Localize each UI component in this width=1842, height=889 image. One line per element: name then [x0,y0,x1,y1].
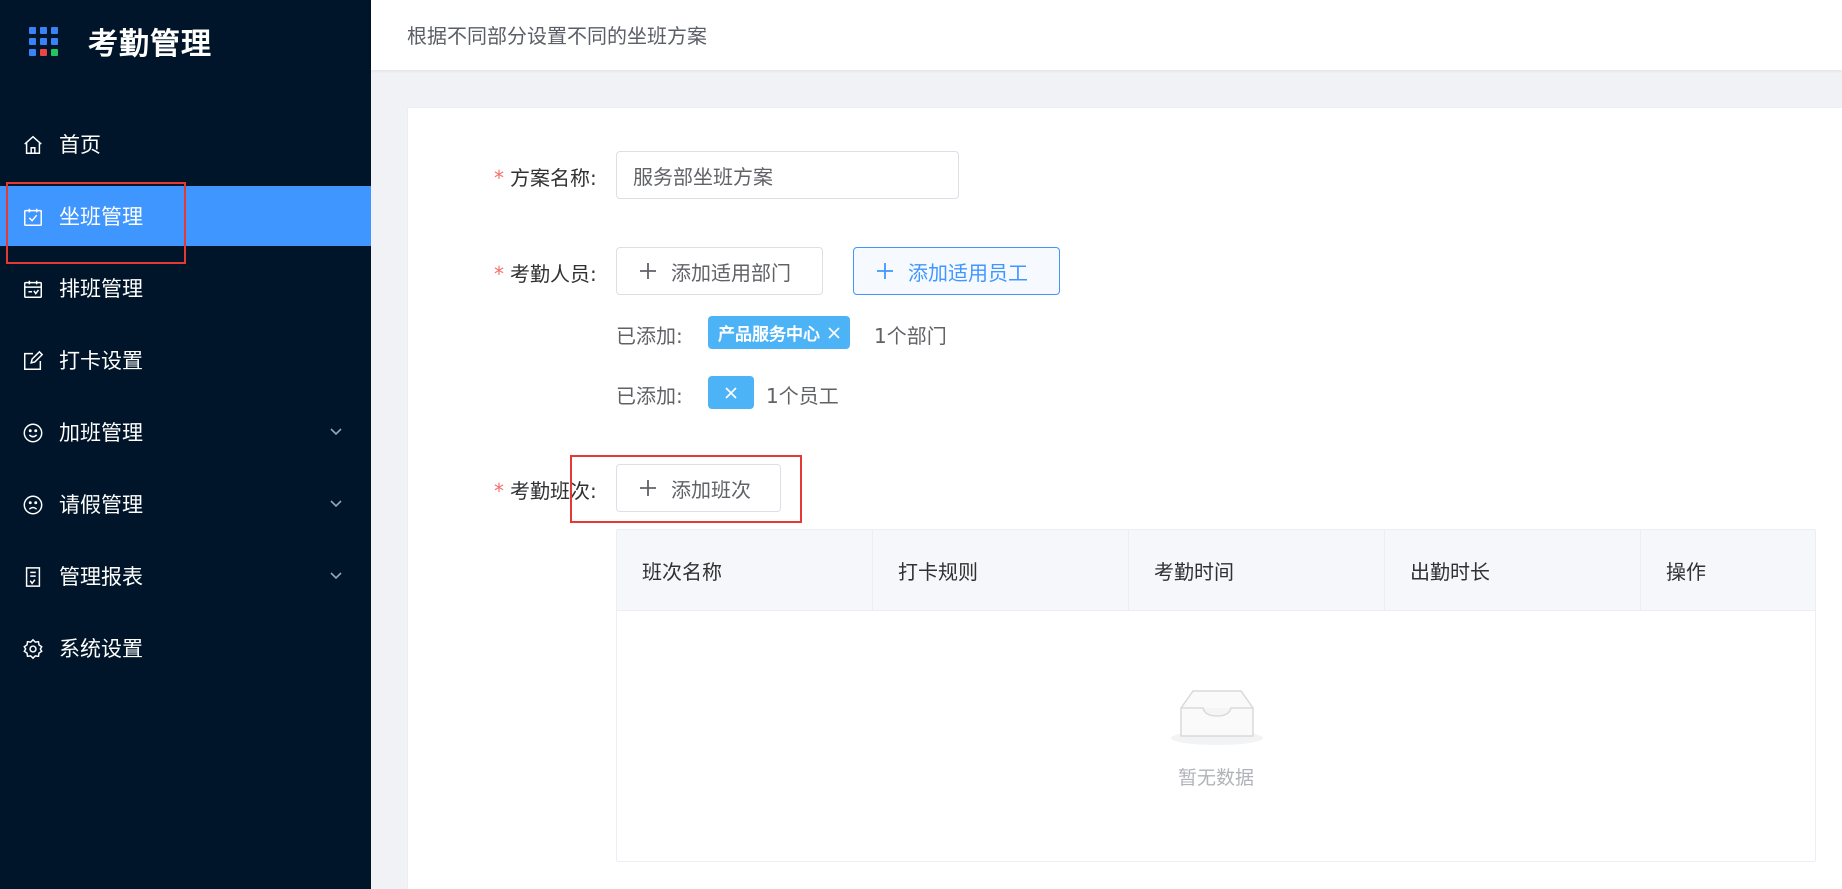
frown-icon [22,494,44,516]
sidebar-item-reports[interactable]: 管理报表 [0,546,371,606]
employee-count: 1个员工 [766,384,839,408]
report-icon [22,566,44,588]
required-asterisk: * [494,166,504,190]
department-tag: 产品服务中心 [708,316,850,349]
sidebar-item-leave[interactable]: 请假管理 [0,474,371,534]
calendar-check-icon [22,206,44,228]
plan-name-label: * 方案名称: [494,166,597,190]
chevron-down-icon[interactable] [329,498,343,510]
sidebar-item-label: 系统设置 [59,637,143,661]
app-title: 考勤管理 [88,27,212,62]
sidebar-menu: 首页 坐班管理 排班管理 打卡设置 加班管理 请假管理 管理报表 系统设置 [0,114,371,690]
app-logo[interactable]: 考勤管理 [29,24,212,62]
sidebar-item-scheduling[interactable]: 排班管理 [0,258,371,318]
employee-tag [708,376,754,409]
chevron-down-icon[interactable] [329,426,343,438]
empty-inbox-icon [1167,686,1267,746]
column-header-shift-name: 班次名称 [617,530,873,611]
smile-icon [22,422,44,444]
shifts-table: 班次名称 打卡规则 考勤时间 出勤时长 操作 暂无数据 [616,529,1816,862]
plan-name-input[interactable] [616,151,959,199]
app-root: 考勤管理 首页 坐班管理 排班管理 打卡设置 加班管理 请假管理 管理报表 系统… [0,0,1842,889]
chevron-down-icon[interactable] [329,570,343,582]
sidebar-item-label: 管理报表 [59,565,143,589]
empty-text: 暂无数据 [1177,767,1254,789]
added-employees-label: 已添加: [616,384,683,408]
required-asterisk: * [494,479,504,503]
shifts-label: * 考勤班次: [494,479,597,503]
add-employee-button[interactable]: 添加适用员工 [853,247,1060,295]
add-shift-button[interactable]: 添加班次 [616,464,781,512]
column-header-clock-rule: 打卡规则 [873,530,1129,611]
required-asterisk: * [494,262,504,286]
sidebar-item-label: 坐班管理 [59,205,143,229]
sidebar-item-label: 打卡设置 [59,349,143,373]
sidebar-item-label: 加班管理 [59,421,143,445]
plus-icon [639,479,657,497]
column-header-attendance-time: 考勤时间 [1129,530,1385,611]
schedule-icon [22,278,44,300]
sidebar-item-attendance[interactable]: 坐班管理 [0,186,371,246]
column-header-actions: 操作 [1666,560,1706,584]
table-header: 班次名称 打卡规则 考勤时间 出勤时长 操作 [617,530,1815,611]
apps-grid-icon [29,26,58,56]
top-header: 根据不同部分设置不同的坐班方案 [371,0,1842,70]
sidebar-item-clock-in-settings[interactable]: 打卡设置 [0,330,371,390]
add-department-button[interactable]: 添加适用部门 [616,247,823,295]
added-departments-label: 已添加: [616,324,683,348]
edit-icon [22,350,44,372]
home-icon [22,134,44,156]
sidebar-item-system-settings[interactable]: 系统设置 [0,618,371,678]
close-icon[interactable] [725,386,737,399]
department-count: 1个部门 [874,324,947,348]
sidebar-item-home[interactable]: 首页 [0,114,371,174]
plus-icon [639,262,657,280]
attendees-label: * 考勤人员: [494,262,597,286]
sidebar-item-overtime[interactable]: 加班管理 [0,402,371,462]
plus-icon [876,262,894,280]
column-header-duration: 出勤时长 [1385,530,1641,611]
sidebar: 考勤管理 首页 坐班管理 排班管理 打卡设置 加班管理 请假管理 管理报表 系统… [0,0,371,889]
close-icon[interactable] [828,326,840,339]
page-subtitle: 根据不同部分设置不同的坐班方案 [407,24,707,48]
table-empty-state: 暂无数据 [617,611,1815,861]
sidebar-item-label: 请假管理 [59,493,143,517]
sidebar-item-label: 排班管理 [59,277,143,301]
sidebar-item-label: 首页 [59,133,101,157]
gear-icon [22,638,44,660]
